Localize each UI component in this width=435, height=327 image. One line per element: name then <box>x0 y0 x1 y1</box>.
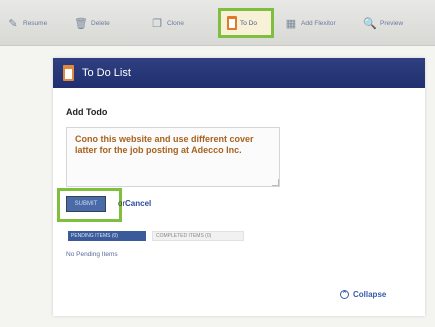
add-flexitor-button[interactable]: ▦ Add Flexitor <box>284 12 336 34</box>
add-flexitor-label: Add Flexitor <box>301 19 336 27</box>
tab-completed-items[interactable]: COMPLETED ITEMS (0) <box>152 231 244 241</box>
tab-pending-items[interactable]: PENDING ITEMS (0) <box>68 231 146 241</box>
resize-grip[interactable] <box>272 179 279 186</box>
grid-icon: ▦ <box>285 17 297 30</box>
preview-button[interactable]: 🔍 Preview <box>363 12 403 34</box>
delete-label: Delete <box>91 19 110 27</box>
notepad-icon <box>227 16 237 30</box>
notepad-icon <box>63 65 74 81</box>
todo-label: To Do <box>240 19 257 27</box>
submit-button[interactable]: SUBMIT <box>66 196 106 212</box>
resume-label: Resume <box>23 19 48 27</box>
toolbar: ✎ Resume 🗑 Delete ❐ Clone To Do ▦ Add Fl… <box>0 0 435 46</box>
trash-icon: 🗑 <box>74 17 88 30</box>
clone-button[interactable]: ❐ Clone <box>150 12 184 34</box>
resume-button[interactable]: ✎ Resume <box>6 12 47 34</box>
pencil-icon: ✎ <box>8 17 18 30</box>
collapse-button[interactable]: ⌃ Collapse <box>340 290 386 299</box>
cancel-link[interactable]: Cancel <box>125 199 151 208</box>
add-todo-heading: Add Todo <box>66 107 108 117</box>
todo-button[interactable]: To Do <box>218 8 274 38</box>
clone-label: Clone <box>167 19 184 27</box>
todo-panel <box>53 58 425 316</box>
panel-header: To Do List <box>53 58 425 88</box>
preview-label: Preview <box>380 19 404 27</box>
no-pending-message: No Pending Items <box>66 251 118 258</box>
panel-title: To Do List <box>82 67 131 79</box>
delete-button[interactable]: 🗑 Delete <box>74 12 110 34</box>
magnifier-icon: 🔍 <box>363 17 377 30</box>
todo-textarea[interactable]: Cono this website and use different cove… <box>66 127 280 187</box>
collapse-label: Collapse <box>353 290 387 299</box>
collapse-icon: ⌃ <box>340 290 349 299</box>
clone-icon: ❐ <box>152 17 162 30</box>
